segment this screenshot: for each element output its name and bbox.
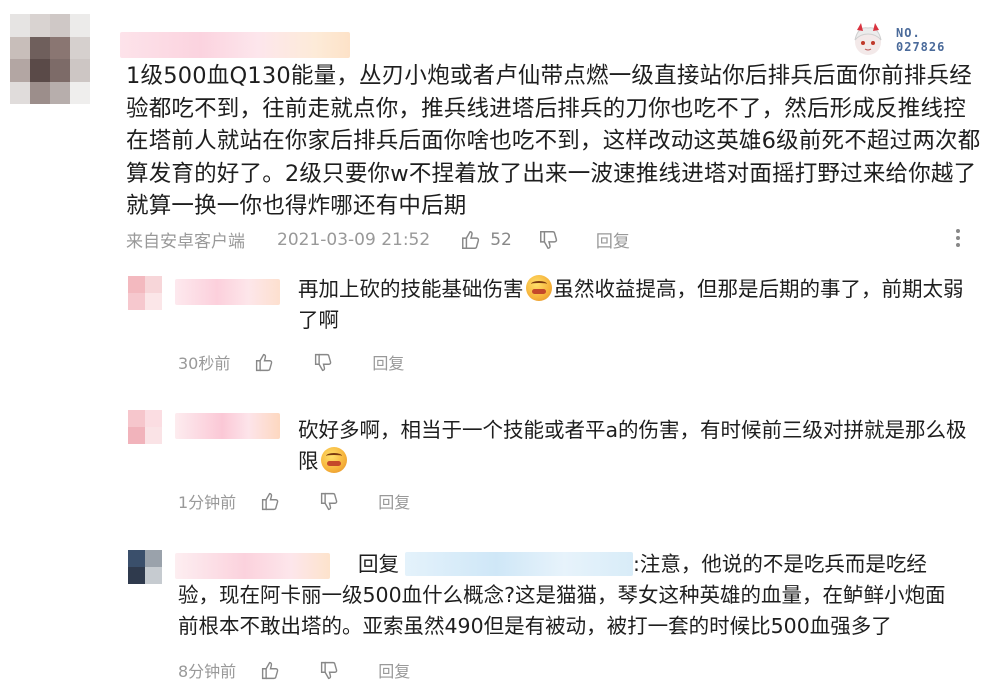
reply-username[interactable] xyxy=(175,279,280,305)
reply-button[interactable]: 回复 xyxy=(372,350,404,374)
like-button[interactable] xyxy=(260,660,281,681)
more-options-icon[interactable] xyxy=(955,229,961,251)
reply-button[interactable]: 回复 xyxy=(596,227,630,252)
thumbs-up-icon xyxy=(462,230,480,249)
reply-avatar[interactable] xyxy=(128,276,162,310)
reply-prefix: 回复 xyxy=(358,552,399,576)
like-button[interactable] xyxy=(460,229,482,251)
thumbs-up-icon xyxy=(262,661,279,679)
reply-text-part: 砍好多啊，相当于一个技能或者平a的伤害，有时候前三级对拼就是那么极限 xyxy=(298,418,967,473)
thumbs-up-icon xyxy=(256,353,273,371)
dislike-button[interactable] xyxy=(319,660,340,681)
thumbs-down-icon xyxy=(321,661,338,679)
avatar[interactable] xyxy=(10,14,90,104)
dislike-button[interactable] xyxy=(313,352,334,373)
badge-number: 027826 xyxy=(896,40,946,54)
thumbs-down-icon xyxy=(315,353,332,371)
like-count: 52 xyxy=(490,229,512,250)
reply-meta: 30秒前 回复 xyxy=(178,350,404,374)
comment-source: 来自安卓客户端 xyxy=(126,232,245,252)
thumbs-up-icon xyxy=(262,492,279,510)
dislike-button[interactable] xyxy=(538,229,560,251)
badge-avatar-icon xyxy=(854,23,882,55)
dislike-button[interactable] xyxy=(319,491,340,512)
thumbs-down-icon xyxy=(321,492,338,510)
reply-meta: 8分钟前 回复 xyxy=(178,658,410,682)
reply-meta: 1分钟前 回复 xyxy=(178,489,410,513)
reply-avatar[interactable] xyxy=(128,550,162,584)
mentioned-username[interactable] xyxy=(405,552,633,576)
reply-avatar[interactable] xyxy=(128,410,162,444)
reply-text: 砍好多啊，相当于一个技能或者平a的伤害，有时候前三级对拼就是那么极限 xyxy=(298,415,968,477)
reply-button[interactable]: 回复 xyxy=(378,658,410,682)
comment-time: 2021-03-09 21:52 xyxy=(277,229,431,250)
reply-username[interactable] xyxy=(175,413,280,439)
reply-time: 8分钟前 xyxy=(178,662,237,681)
reply-text: 再加上砍的技能基础伤害 虽然收益提高，但那是后期的事了，前期太弱了啊 xyxy=(298,274,968,336)
reply-button[interactable]: 回复 xyxy=(378,489,410,513)
comment-text: 1级500血Q130能量，丛刃小炮或者卢仙带点燃一级直接站你后排兵后面你前排兵经… xyxy=(126,63,981,219)
reply-time: 1分钟前 xyxy=(178,493,237,512)
reply-time: 30秒前 xyxy=(178,354,231,373)
laugh-emoji-icon xyxy=(525,275,552,301)
thumbs-down-icon xyxy=(539,230,558,249)
like-button[interactable] xyxy=(254,352,275,373)
reply-text-part: 再加上砍的技能基础伤害 xyxy=(298,277,524,301)
like-button[interactable] xyxy=(260,491,281,512)
user-badge: NO. 027826 xyxy=(848,20,963,60)
laugh-emoji-icon xyxy=(320,447,347,473)
comment-meta: 来自安卓客户端 2021-03-09 21:52 52 回复 xyxy=(126,227,630,253)
username[interactable] xyxy=(120,32,350,58)
badge-label: NO. xyxy=(896,26,921,40)
reply-text: 回复:注意，他说的不是吃兵而是吃经验，现在阿卡丽一级500血什么概念?这是猫猫，… xyxy=(178,549,958,642)
